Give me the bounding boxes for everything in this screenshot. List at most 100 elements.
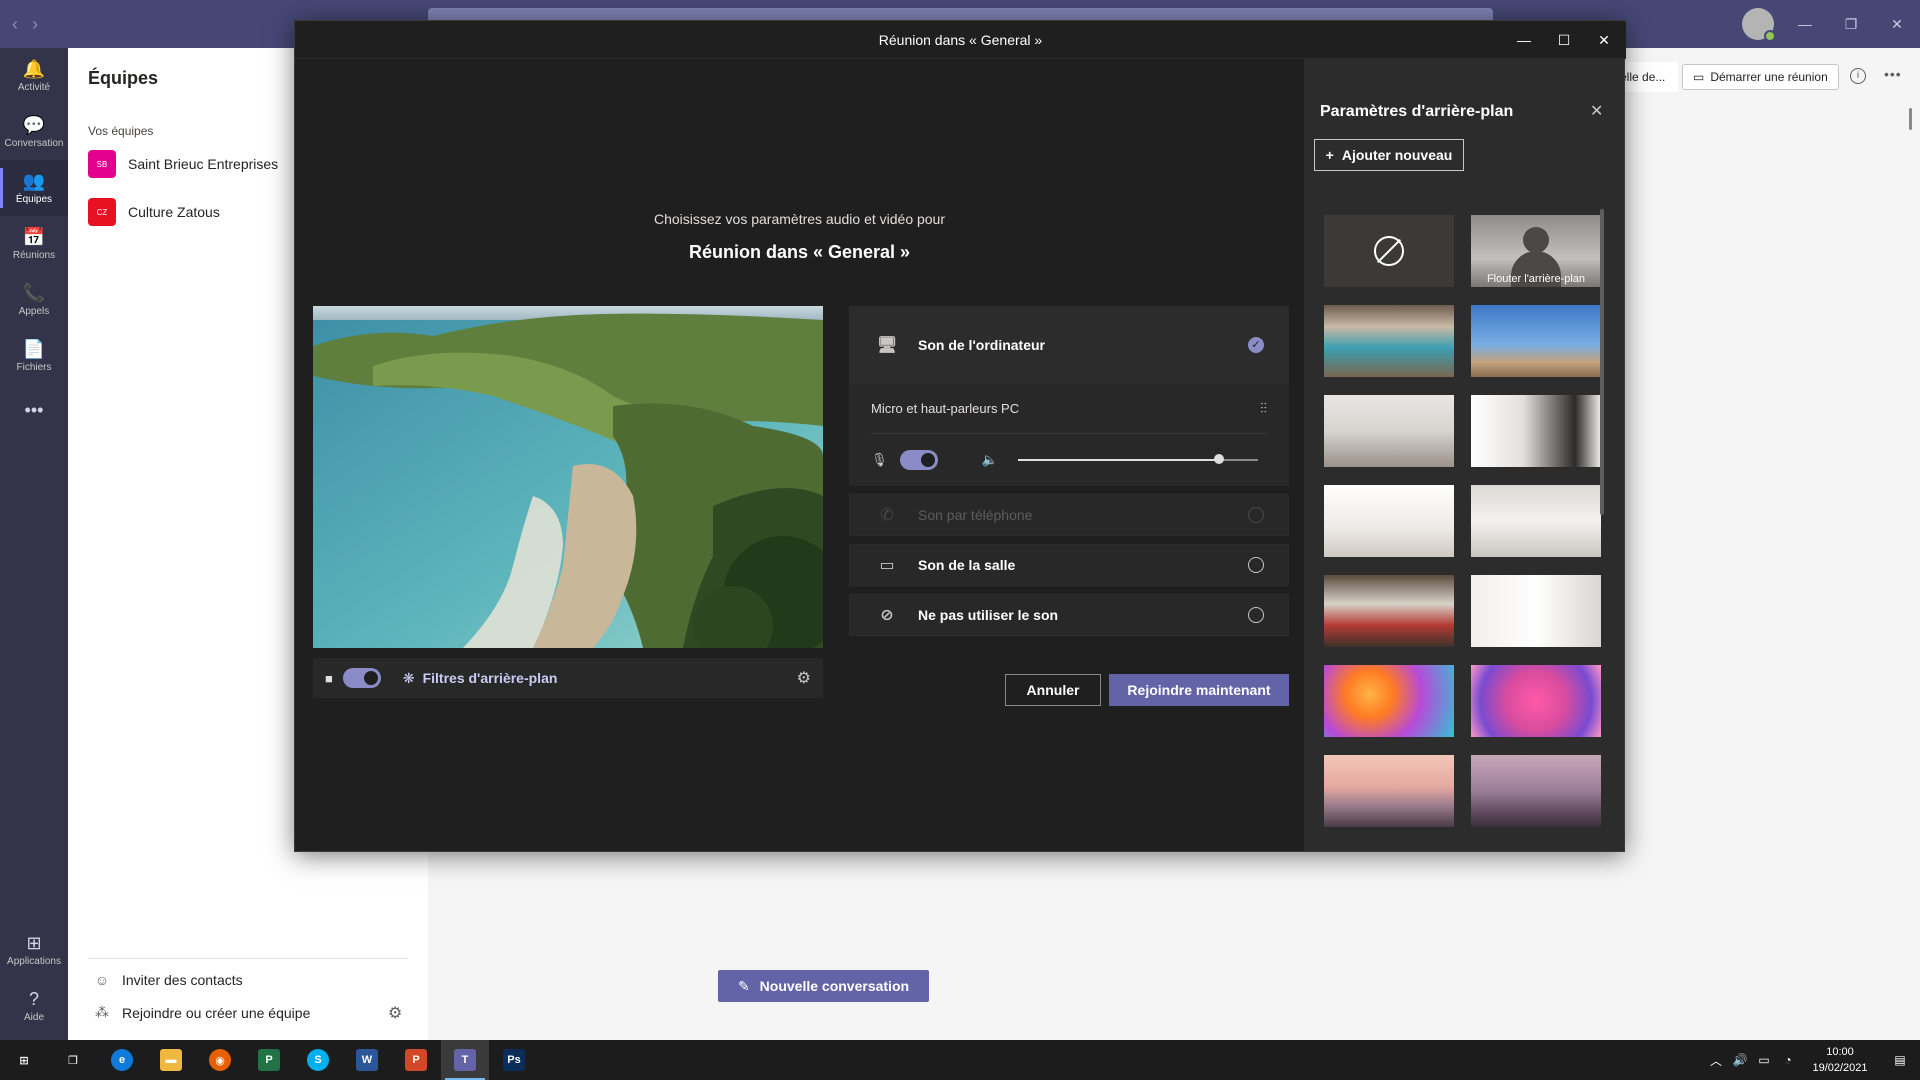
bg-cafeteria-thumbnail[interactable]	[1324, 575, 1454, 647]
bg-loft-white-thumbnail[interactable]	[1324, 485, 1454, 557]
taskbar-item[interactable]: ▬	[147, 1040, 195, 1080]
dialog-title: Réunion dans « General »	[295, 21, 1626, 59]
background-settings-panel: Paramètres d'arrière-plan ✕ + Ajouter no…	[1304, 59, 1624, 851]
bg-orange-spheres-thumbnail[interactable]	[1324, 665, 1454, 737]
taskbar-item[interactable]: P	[392, 1040, 440, 1080]
volume-icon[interactable]: 🔊	[1728, 1053, 1752, 1067]
team-name: Culture Zatous	[128, 204, 220, 220]
invite-icon: ☺	[94, 972, 110, 988]
compose-icon: ✎	[737, 977, 750, 994]
forward-arrow-icon[interactable]: ›	[32, 14, 38, 35]
bg-white-room-thumbnail[interactable]	[1324, 395, 1454, 467]
team-item[interactable]: CZ Culture Zatous	[88, 198, 220, 226]
taskbar-item[interactable]: ⊞	[0, 1040, 48, 1080]
meeting-prejoin-dialog: Réunion dans « General » — ☐ ✕ Choisisse…	[294, 20, 1626, 852]
audio-device-row[interactable]: Micro et haut-parleurs PC ⫶⫶	[871, 384, 1267, 434]
audio-option-computer[interactable]: 🖥 Son de l'ordinateur ✓	[849, 306, 1289, 384]
rail-item-appels[interactable]: 📞 Appels	[0, 272, 68, 328]
close-icon[interactable]: ✕	[1874, 0, 1920, 48]
info-icon[interactable]: i	[1850, 68, 1866, 84]
invite-contacts-link[interactable]: ☺ Inviter des contacts	[94, 972, 243, 988]
settings-gear-icon[interactable]: ⚙	[388, 1003, 402, 1023]
rail-item-fichiers[interactable]: 📄 Fichiers	[0, 328, 68, 384]
taskbar-item[interactable]: W	[343, 1040, 391, 1080]
chat-icon: 💬	[22, 115, 46, 135]
audio-option-label: Son de la salle	[918, 557, 1016, 573]
chevron-up-icon[interactable]: ︿	[1704, 1052, 1728, 1069]
team-item[interactable]: SB Saint Brieuc Entreprises	[88, 150, 278, 178]
new-conversation-button[interactable]: ✎ Nouvelle conversation	[718, 970, 929, 1002]
join-now-button[interactable]: Rejoindre maintenant	[1109, 674, 1289, 706]
volume-knob[interactable]	[1214, 454, 1225, 464]
clock[interactable]: 10:00 19/02/2021	[1800, 1044, 1880, 1076]
device-settings-sliders-icon[interactable]: ⫶⫶	[1260, 400, 1267, 417]
audio-option-room[interactable]: ▭ Son de la salle	[849, 544, 1289, 586]
more-options-icon[interactable]: •••	[1884, 66, 1902, 82]
new-conversation-label: Nouvelle conversation	[759, 978, 910, 994]
radio-button[interactable]	[1248, 607, 1264, 623]
bg-pink-balls-thumbnail[interactable]	[1471, 665, 1601, 737]
project-icon: P	[258, 1049, 280, 1071]
bg-none-thumbnail[interactable]	[1324, 215, 1454, 287]
bg-bridge-thumbnail[interactable]	[1324, 755, 1454, 827]
skype-icon: S	[307, 1049, 329, 1071]
rail-item-équipes[interactable]: 👥 Équipes	[0, 160, 68, 216]
taskbar-item[interactable]: ❐	[49, 1040, 97, 1080]
panel-scrollbar[interactable]	[1600, 209, 1604, 515]
dialog-minimize-icon[interactable]: —	[1504, 21, 1544, 59]
bg-empty-room-thumbnail[interactable]	[1471, 485, 1601, 557]
rail-item-applications[interactable]: ⊞ Applications	[0, 922, 68, 978]
start-meeting-button[interactable]: ▭ Démarrer une réunion	[1682, 64, 1839, 90]
back-arrow-icon[interactable]: ‹	[12, 14, 18, 35]
audio-options: 🖥 Son de l'ordinateur ✓ Micro et haut-pa…	[849, 306, 1289, 644]
blur-person-icon	[1523, 227, 1549, 253]
bg-blur-thumbnail[interactable]: Flouter l'arrière-plan	[1471, 215, 1601, 287]
minimize-icon[interactable]: —	[1782, 0, 1828, 48]
taskbar-item[interactable]: ◉	[196, 1040, 244, 1080]
bg-office-lobby-thumbnail[interactable]	[1324, 305, 1454, 377]
bg-beach-city-thumbnail[interactable]	[1471, 305, 1601, 377]
dialog-maximize-icon[interactable]: ☐	[1544, 21, 1584, 59]
bg-rock-arch-thumbnail[interactable]	[1471, 755, 1601, 827]
taskbar-item[interactable]: P	[245, 1040, 293, 1080]
background-filters-label: Filtres d'arrière-plan	[422, 670, 558, 686]
audio-device-settings: Micro et haut-parleurs PC ⫶⫶ 🎙 🔈	[849, 384, 1289, 486]
dialog-close-icon[interactable]: ✕	[1584, 21, 1624, 59]
rail-item-aide[interactable]: ? Aide	[0, 978, 68, 1034]
taskbar-item[interactable]: S	[294, 1040, 342, 1080]
panel-close-icon[interactable]: ✕	[1590, 101, 1603, 121]
bg-white-hall-thumbnail[interactable]	[1471, 395, 1601, 467]
room-audio-icon: ▭	[879, 557, 895, 574]
wifi-icon[interactable]: ◔	[1776, 1053, 1800, 1067]
taskbar-item[interactable]: Ps	[490, 1040, 538, 1080]
scrollbar[interactable]	[1909, 108, 1912, 130]
microphone-toggle[interactable]	[899, 450, 938, 470]
taskbar-item[interactable]: e	[98, 1040, 146, 1080]
notifications-icon[interactable]: ▤	[1880, 1053, 1920, 1067]
background-filters-button[interactable]: ❋ Filtres d'arrière-plan	[403, 670, 558, 687]
avatar[interactable]	[1742, 8, 1776, 42]
plus-icon: +	[1325, 147, 1334, 163]
taskbar-item[interactable]: T	[441, 1040, 489, 1080]
radio-button[interactable]	[1248, 557, 1264, 573]
battery-icon[interactable]: ▭	[1752, 1053, 1776, 1067]
rail-item-activité[interactable]: 🔔 Activité	[0, 48, 68, 104]
restore-icon[interactable]: ❐	[1828, 0, 1874, 48]
rail-item-réunions[interactable]: 📅 Réunions	[0, 216, 68, 272]
bg-minimal-room-thumbnail[interactable]	[1471, 575, 1601, 647]
join-team-link[interactable]: ⁂ Rejoindre ou créer une équipe	[94, 1004, 310, 1021]
no-background-icon	[1374, 236, 1404, 266]
cancel-button[interactable]: Annuler	[1005, 674, 1101, 706]
section-label: Vos équipes	[88, 124, 154, 138]
volume-slider[interactable]	[1017, 454, 1258, 464]
add-new-background-button[interactable]: + Ajouter nouveau	[1314, 139, 1464, 171]
rail-item-conversation[interactable]: 💬 Conversation	[0, 104, 68, 160]
audio-option-none[interactable]: ⊘ Ne pas utiliser le son	[849, 594, 1289, 636]
rail-label: Activité	[17, 82, 51, 93]
teams-taskbar-icon: T	[454, 1049, 476, 1071]
rail-item-more[interactable]: •••	[0, 382, 68, 438]
device-settings-gear-icon[interactable]: ⚙	[797, 668, 811, 688]
page-title: Équipes	[88, 68, 159, 88]
camera-toggle[interactable]	[342, 668, 381, 688]
volume-fill	[1017, 459, 1220, 461]
